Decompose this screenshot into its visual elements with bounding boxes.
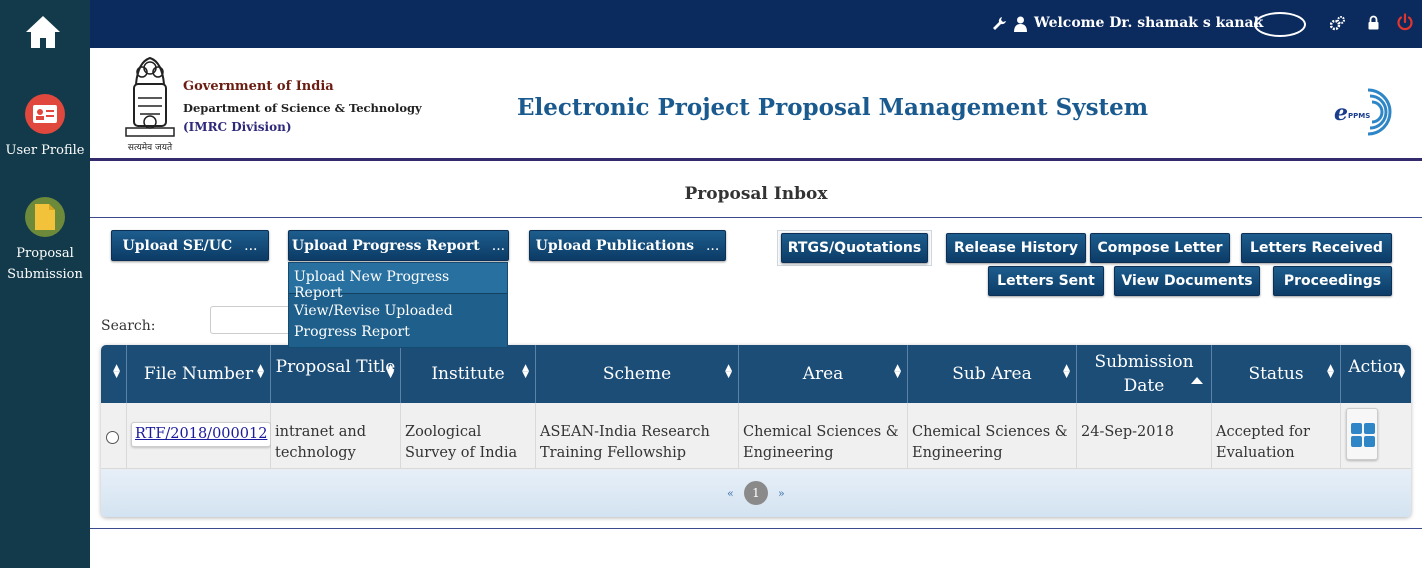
- id-card-icon: [25, 94, 65, 134]
- sub-area-cell: Chemical Sciences & Engineering: [908, 403, 1077, 469]
- compose-letter-button[interactable]: Compose Letter: [1090, 233, 1230, 263]
- sidebar: User Profile Proposal Submission: [0, 0, 90, 568]
- file-number-cell: RTF/2018/000012: [127, 403, 272, 469]
- sort-icon: ▲ ▼: [113, 363, 120, 380]
- row-select-radio[interactable]: [106, 431, 119, 444]
- select-column-header[interactable]: ▲ ▼: [101, 345, 127, 403]
- pagination: « 1 »: [101, 470, 1411, 517]
- sidebar-item-proposal-submission[interactable]: Proposal Submission: [0, 197, 90, 285]
- sort-icon: ▲ ▼: [1327, 363, 1334, 380]
- national-emblem-logo: सत्यमेव जयते: [125, 56, 175, 153]
- upload-publications-button[interactable]: Upload Publications...: [529, 230, 726, 261]
- column-header-institute[interactable]: Institute ▲ ▼: [401, 345, 536, 403]
- sidebar-item-user-profile[interactable]: User Profile: [0, 94, 90, 161]
- header-divider: [90, 158, 1422, 161]
- sort-icon: ▲ ▼: [894, 363, 901, 380]
- column-header-action[interactable]: Action ▲ ▼: [1341, 345, 1411, 403]
- menu-item-view-revise-progress-report[interactable]: View/Revise Uploaded Progress Report: [289, 295, 507, 347]
- proceedings-button[interactable]: Proceedings: [1273, 266, 1392, 296]
- file-number-link[interactable]: RTF/2018/000012: [131, 422, 272, 447]
- user-icon: [1014, 16, 1027, 32]
- sort-icon: ▲ ▼: [1398, 363, 1405, 380]
- column-header-sub-area[interactable]: Sub Area ▲ ▼: [908, 345, 1077, 403]
- column-header-proposal-title[interactable]: Proposal Title ▲ ▼: [271, 345, 401, 403]
- sidebar-item-label: Proposal Submission: [7, 246, 83, 282]
- pagination-next[interactable]: »: [778, 487, 785, 500]
- power-icon[interactable]: [1396, 13, 1414, 31]
- page-title: Proposal Inbox: [684, 184, 828, 204]
- sort-icon: ▲ ▼: [387, 363, 394, 380]
- menu-item-upload-new-progress-report[interactable]: Upload New Progress Report: [289, 263, 507, 301]
- sort-ascending-icon: [1191, 377, 1203, 384]
- proposal-table: ▲ ▼ File Number ▲ ▼ Proposal Title ▲ ▼ Instit…: [101, 345, 1411, 517]
- svg-text:e: e: [1334, 100, 1348, 126]
- action-button[interactable]: [1346, 408, 1378, 460]
- column-header-submission-date[interactable]: Submission Date: [1077, 345, 1212, 403]
- app-title: Electronic Project Proposal Management S…: [517, 94, 1149, 121]
- gov-line1: Government of India: [183, 79, 334, 94]
- user-status-oval[interactable]: [1254, 12, 1306, 37]
- sort-icon: ▲ ▼: [725, 363, 732, 380]
- sort-icon: ▲ ▼: [1063, 363, 1070, 380]
- wrench-icon[interactable]: [992, 16, 1007, 31]
- svg-text:PPMS: PPMS: [1348, 112, 1370, 120]
- column-header-scheme[interactable]: Scheme ▲ ▼: [536, 345, 739, 403]
- gov-line3: (IMRC Division): [183, 120, 292, 134]
- pagination-prev[interactable]: «: [727, 487, 734, 500]
- pagination-current-page[interactable]: 1: [744, 481, 768, 505]
- letters-sent-button[interactable]: Letters Sent: [988, 266, 1104, 296]
- svg-text:सत्यमेव जयते: सत्यमेव जयते: [128, 141, 173, 153]
- institute-cell: Zoological Survey of India: [401, 403, 536, 469]
- home-icon[interactable]: [24, 14, 62, 50]
- progress-report-dropdown: Upload New Progress Report View/Revise U…: [288, 262, 508, 348]
- gov-line2: Department of Science & Technology: [183, 101, 422, 115]
- rtgs-quotations-button[interactable]: RTGS/Quotations: [781, 233, 928, 263]
- sidebar-item-label: User Profile: [5, 143, 85, 158]
- area-cell: Chemical Sciences & Engineering: [739, 403, 908, 469]
- proposal-title-cell: intranet and technology: [271, 403, 401, 469]
- eppms-logo: e PPMS: [1334, 88, 1392, 136]
- upload-progress-report-button[interactable]: Upload Progress Report...: [288, 230, 509, 261]
- lock-icon[interactable]: [1368, 15, 1379, 30]
- search-input[interactable]: [210, 306, 300, 334]
- submission-date-cell: 24-Sep-2018: [1077, 403, 1212, 469]
- top-bar: Welcome Dr. shamak s kanak: [90, 0, 1422, 48]
- upload-se-uc-button[interactable]: Upload SE/UC...: [111, 230, 269, 261]
- grid-icon: [1351, 423, 1375, 447]
- status-cell: Accepted for Evaluation: [1212, 403, 1341, 469]
- view-documents-button[interactable]: View Documents: [1114, 266, 1260, 296]
- column-header-area[interactable]: Area ▲ ▼: [739, 345, 908, 403]
- sort-icon: ▲ ▼: [522, 363, 529, 380]
- welcome-text: Welcome Dr. shamak s kanak: [1034, 15, 1264, 31]
- letters-received-button[interactable]: Letters Received: [1241, 233, 1392, 263]
- scheme-cell: ASEAN-India Research Training Fellowship: [536, 403, 739, 469]
- column-header-file-number[interactable]: File Number ▲ ▼: [127, 345, 271, 403]
- settings-icon[interactable]: [1330, 16, 1345, 31]
- sort-icon: ▲ ▼: [257, 363, 264, 380]
- release-history-button[interactable]: Release History: [946, 233, 1086, 263]
- search-label: Search:: [101, 318, 156, 334]
- column-header-status[interactable]: Status ▲ ▼: [1212, 345, 1341, 403]
